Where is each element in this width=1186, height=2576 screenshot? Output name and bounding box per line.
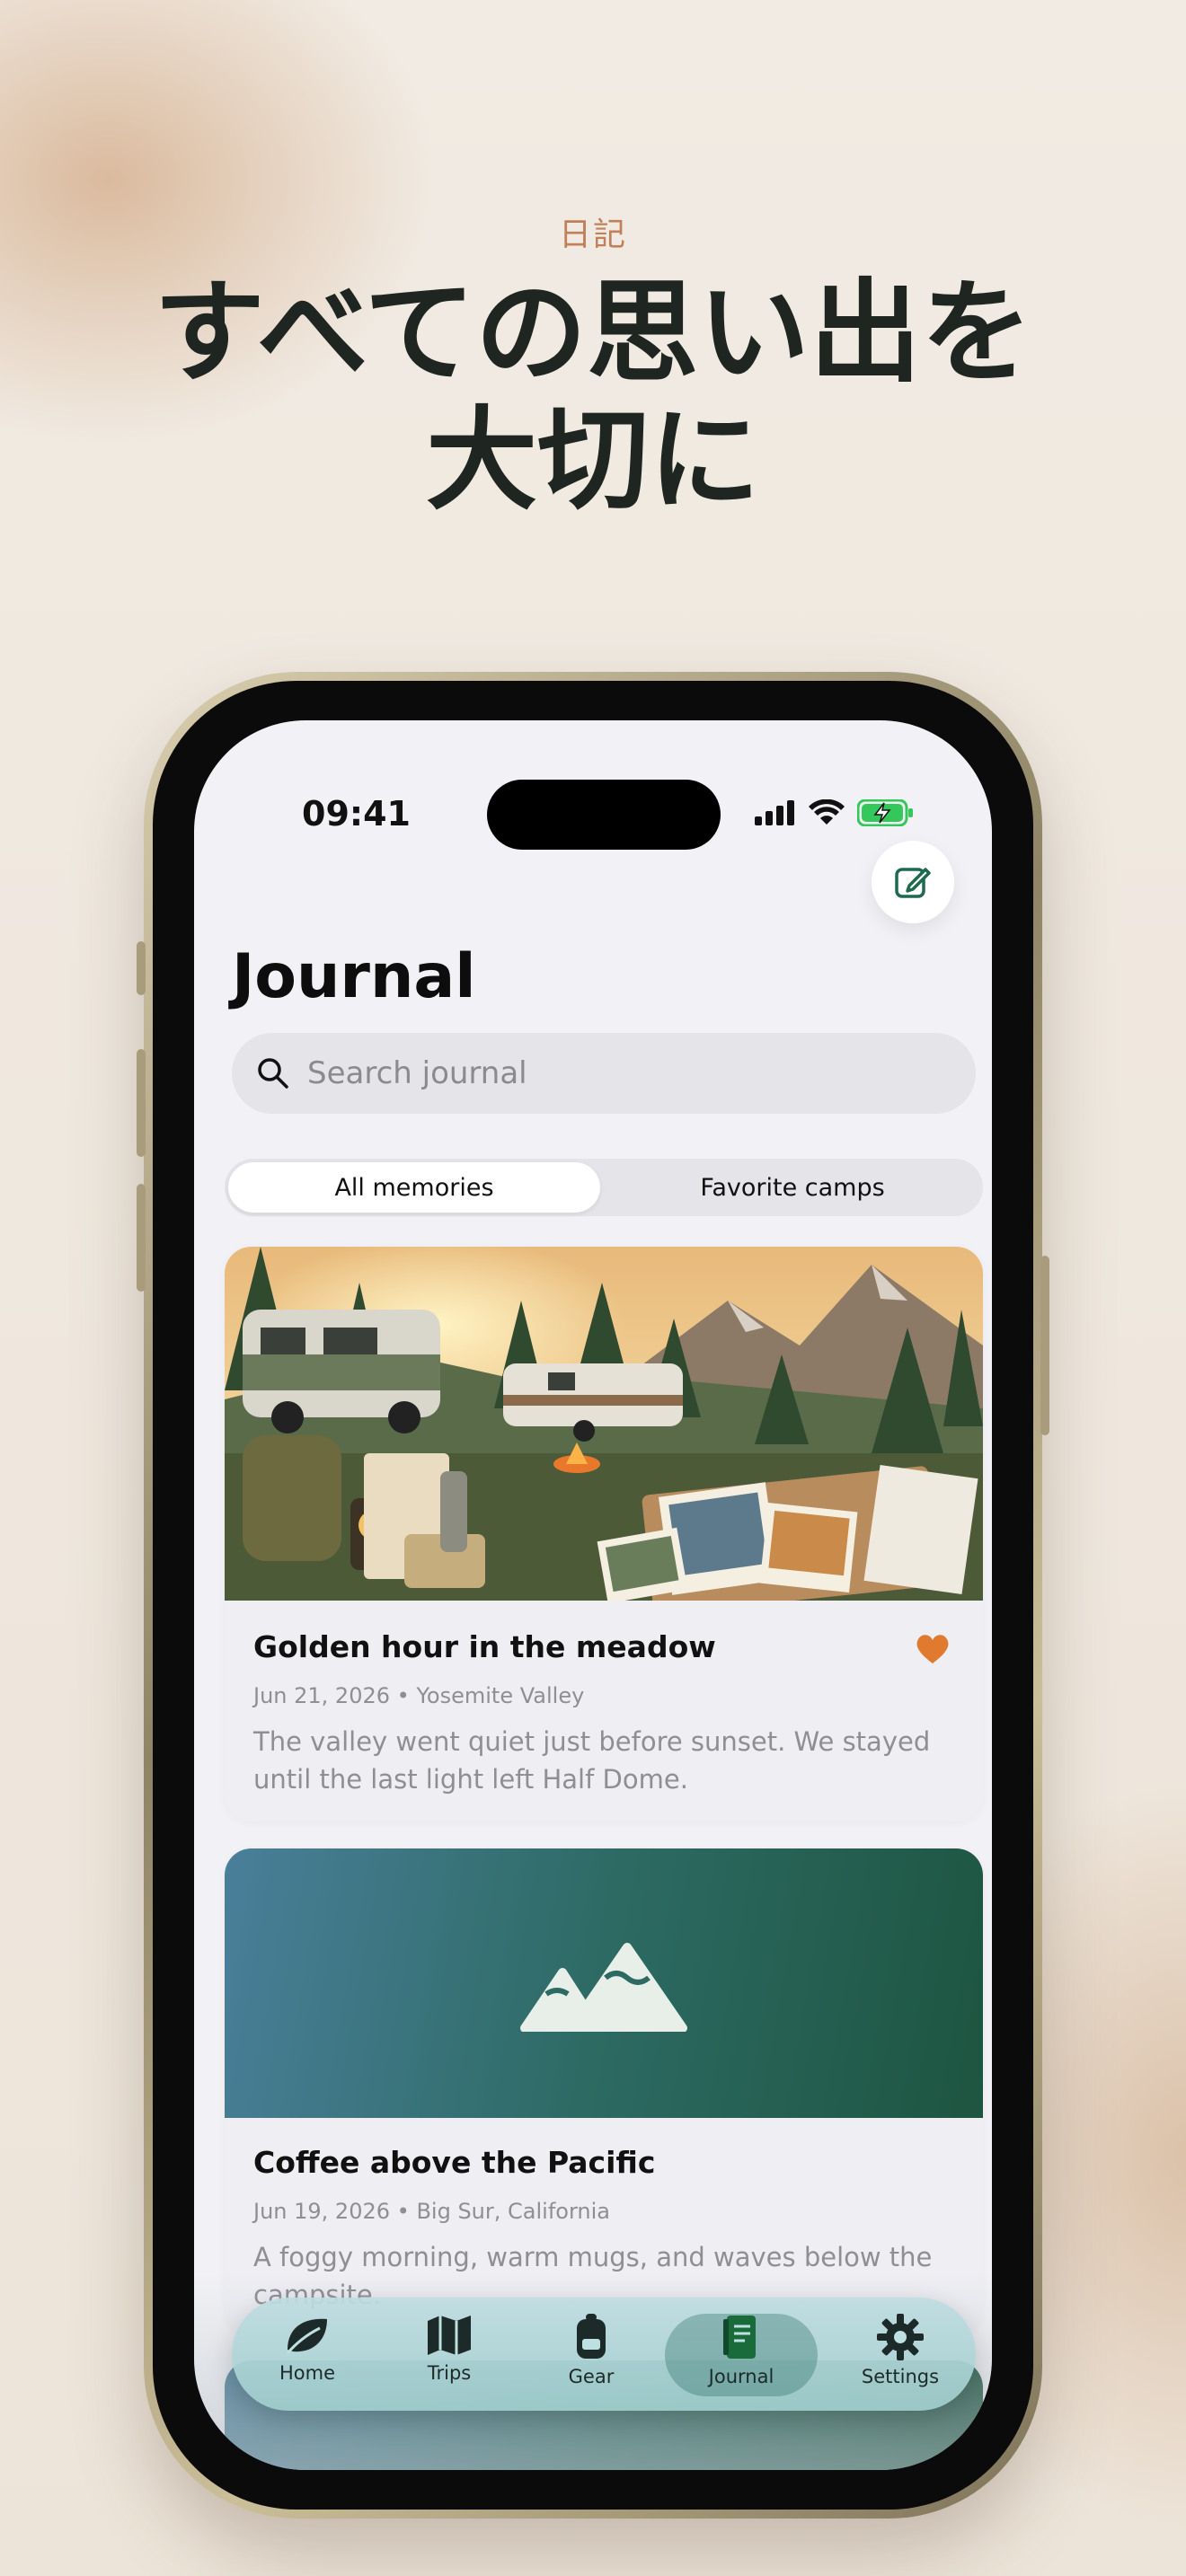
volume-up-button: [137, 1049, 146, 1157]
action-button: [137, 941, 146, 995]
tab-gear[interactable]: Gear: [528, 2314, 654, 2396]
volume-down-button: [137, 1184, 146, 1292]
entry-date: Jun 19, 2026: [253, 2199, 391, 2224]
tab-settings[interactable]: Settings: [837, 2314, 963, 2396]
campsite-photo: [225, 1247, 983, 1601]
tab-label: Settings: [861, 2366, 940, 2387]
meta-separator: •: [396, 1683, 417, 1708]
marketing-eyebrow: 日記: [558, 216, 627, 253]
side-button: [1040, 1256, 1049, 1435]
entry-location: Yosemite Valley: [416, 1683, 585, 1708]
compose-button[interactable]: [872, 841, 954, 923]
tab-trips[interactable]: Trips: [386, 2314, 512, 2396]
entry-title: Coffee above the Pacific: [253, 2145, 656, 2180]
tab-label: Gear: [568, 2366, 615, 2387]
phone-screen: 09:41 Journal Search journal All memorie…: [194, 720, 992, 2470]
battery-charging-icon: [857, 799, 913, 826]
search-field[interactable]: Search journal: [232, 1033, 976, 1114]
headline-line-1: すべての思い出を: [153, 269, 1033, 398]
search-icon: [258, 1058, 288, 1089]
page-title: Journal: [232, 941, 476, 1012]
entry-location: Big Sur, California: [416, 2199, 610, 2224]
segment-all-memories[interactable]: All memories: [228, 1162, 600, 1213]
tab-label: Home: [279, 2362, 335, 2384]
entry-meta: Jun 19, 2026 • Big Sur, California: [253, 2199, 610, 2224]
status-time: 09:41: [302, 794, 411, 834]
tab-bar: Home Trips Gear Journal Settings: [232, 2298, 976, 2411]
segmented-control: All memories Favorite camps: [225, 1159, 983, 1216]
search-placeholder: Search journal: [307, 1055, 527, 1091]
wifi-icon: [809, 799, 845, 825]
gear-icon: [877, 2314, 924, 2360]
leaf-icon: [286, 2318, 327, 2354]
favorite-heart-icon[interactable]: [915, 1633, 951, 1665]
tab-label: Journal: [708, 2366, 774, 2387]
journal-icon: [723, 2316, 756, 2359]
status-indicators: [755, 799, 915, 826]
mountain-placeholder: [225, 1848, 983, 2118]
meta-separator: •: [396, 2199, 417, 2224]
tab-journal[interactable]: Journal: [665, 2314, 818, 2396]
phone-bezel: 09:41 Journal Search journal All memorie…: [153, 681, 1033, 2510]
headline-line-2: 大切に: [425, 396, 760, 525]
tab-home[interactable]: Home: [244, 2314, 370, 2396]
compose-icon: [895, 868, 931, 898]
tab-label: Trips: [427, 2362, 472, 2384]
segment-favorite-camps[interactable]: Favorite camps: [606, 1162, 979, 1213]
entry-meta: Jun 21, 2026 • Yosemite Valley: [253, 1683, 584, 1708]
phone-frame: 09:41 Journal Search journal All memorie…: [137, 672, 1049, 2519]
dynamic-island: [487, 780, 721, 850]
map-icon: [428, 2316, 471, 2355]
journal-entry-card[interactable]: Golden hour in the meadow Jun 21, 2026 •…: [225, 1247, 983, 1822]
mountain-icon: [520, 1943, 687, 2032]
cellular-signal-icon: [755, 800, 794, 825]
backpack-icon: [577, 2314, 606, 2359]
journal-entry-card[interactable]: Coffee above the Pacific Jun 19, 2026 • …: [225, 1848, 983, 2333]
entry-title: Golden hour in the meadow: [253, 1629, 716, 1664]
entry-date: Jun 21, 2026: [253, 1683, 391, 1708]
entry-excerpt: The valley went quiet just before sunset…: [253, 1726, 931, 1795]
marketing-headline: すべての思い出を 大切に: [0, 269, 1186, 525]
